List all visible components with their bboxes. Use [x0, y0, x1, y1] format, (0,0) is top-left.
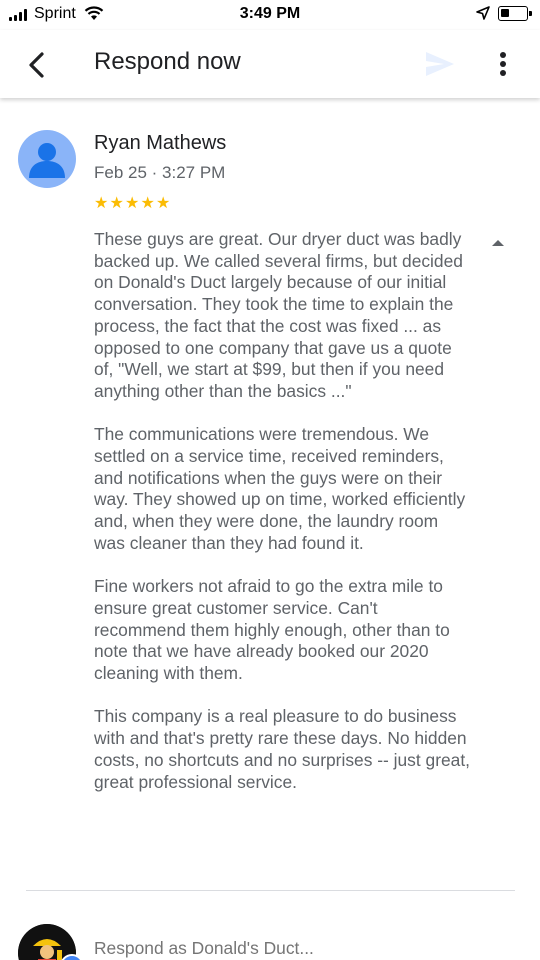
star-rating: ★ ★ ★ ★ ★ [94, 196, 172, 212]
star-icon: ★ [140, 195, 155, 212]
review-paragraph: Fine workers not afraid to go the extra … [94, 576, 450, 684]
page-title: Respond now [94, 48, 241, 75]
divider [26, 890, 515, 891]
location-arrow-icon [476, 6, 490, 20]
back-arrow-icon[interactable] [20, 48, 54, 82]
review-text: These guys are great. Our dryer duct was… [94, 229, 470, 815]
reviewer-avatar [18, 130, 76, 188]
star-icon: ★ [109, 195, 124, 212]
review-paragraph: These guys are great. Our dryer duct was… [94, 229, 463, 401]
star-icon: ★ [156, 195, 171, 212]
status-time: 3:49 PM [239, 5, 301, 22]
reviewer-name: Ryan Mathews [94, 132, 227, 154]
collapse-arrow-icon[interactable] [489, 236, 507, 250]
status-bar: Sprint 3:49 PM [0, 0, 540, 30]
star-icon: ★ [94, 195, 109, 212]
star-icon: ★ [125, 195, 140, 212]
battery-icon [498, 6, 532, 21]
send-icon[interactable] [424, 50, 456, 78]
review-paragraph: This company is a real pleasure to do bu… [94, 706, 470, 792]
person-icon [29, 143, 65, 178]
app-bar: Respond now [0, 30, 540, 98]
respond-input[interactable] [94, 938, 514, 959]
review-date: Feb 25 · 3:27 PM [94, 163, 226, 182]
more-vert-icon[interactable] [490, 50, 516, 80]
review-paragraph: The communications were tremendous. We s… [94, 424, 466, 553]
